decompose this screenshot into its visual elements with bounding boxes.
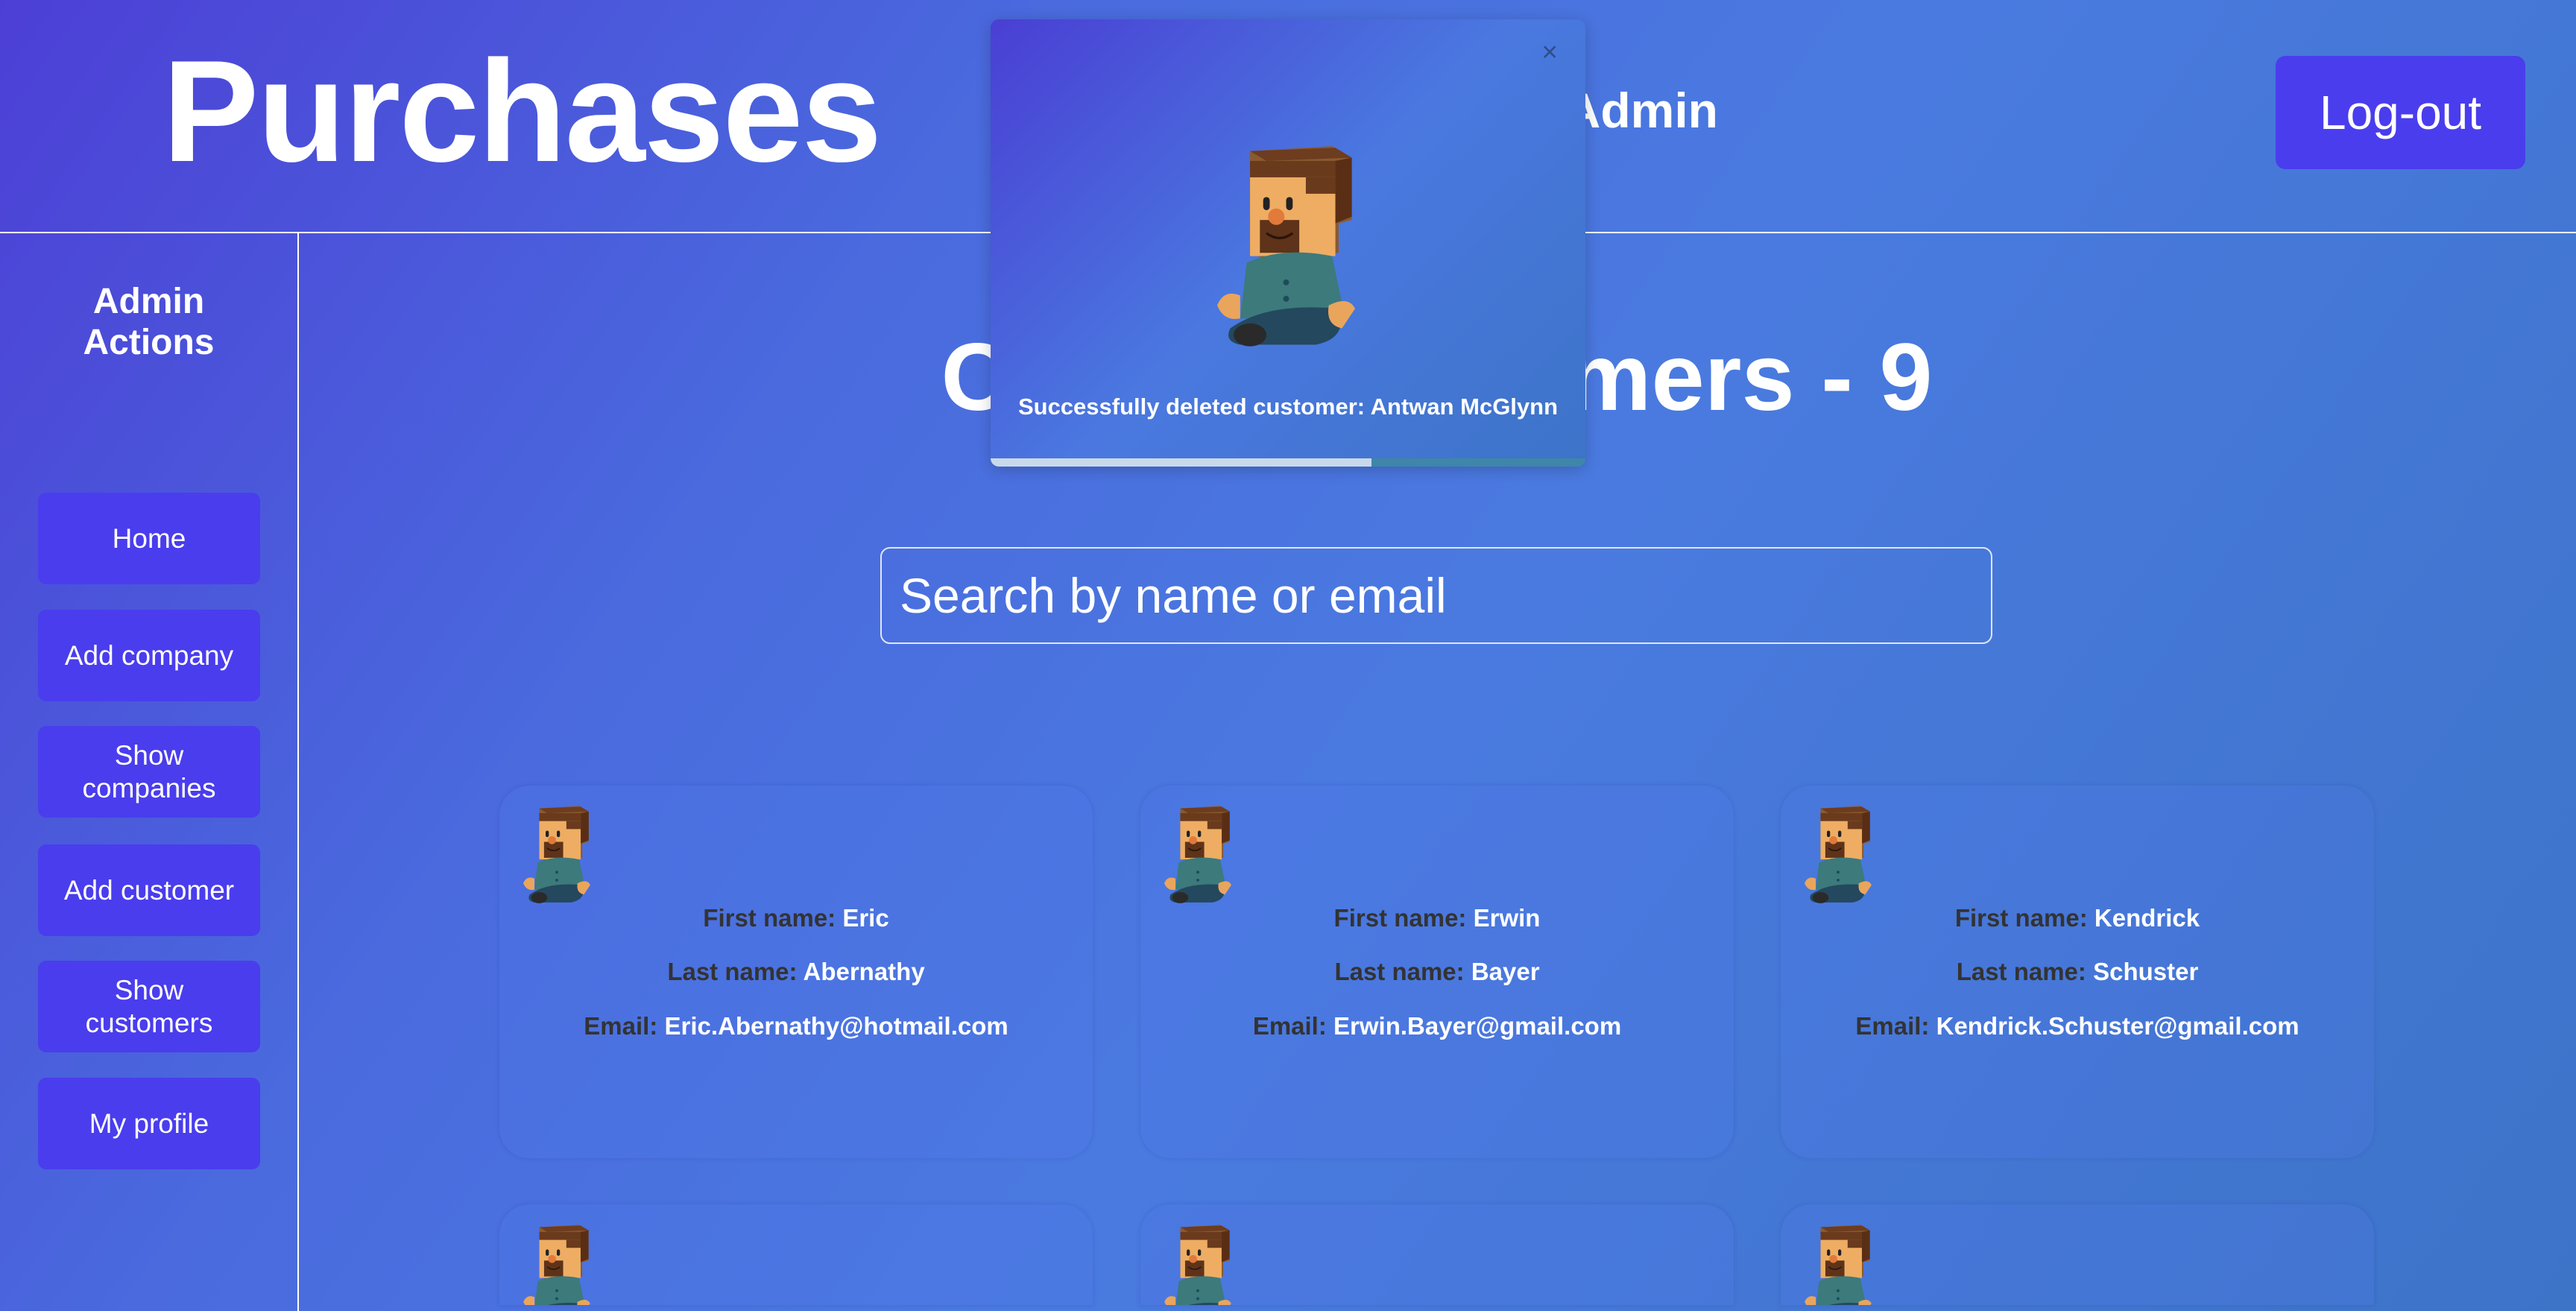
customer-avatar: [523, 1224, 591, 1305]
customer-first: First name: Erwin: [1140, 904, 1734, 932]
toast-notification: × Successfully deleted customer: Antwan …: [991, 19, 1585, 467]
customer-avatar: [1804, 1224, 1872, 1305]
customer-card: [1140, 1204, 1734, 1305]
field-value: Abernathy: [803, 958, 925, 985]
customer-avatar: [1164, 1224, 1232, 1305]
toast-progress-bar: [991, 458, 1585, 467]
toast-progress-fill: [991, 458, 1371, 467]
customer-first: First name: Kendrick: [1781, 904, 2374, 932]
customer-avatar: [523, 805, 591, 904]
sidebar-item-home[interactable]: Home: [38, 493, 260, 584]
sidebar-item-show-companies[interactable]: Show companies: [38, 726, 260, 818]
field-value: Bayer: [1471, 958, 1540, 985]
customer-card: First name: Erwin Last name: Bayer Email: …: [1140, 786, 1734, 1158]
customer-avatar: [1164, 805, 1232, 904]
customer-email: Email: Eric.Abernathy@hotmail.com: [499, 1012, 1093, 1040]
sidebar-item-show-customers[interactable]: Show customers: [38, 961, 260, 1052]
customer-card: [499, 1204, 1093, 1305]
customer-card: First name: Eric Last name: Abernathy Emai…: [499, 786, 1093, 1158]
search-input[interactable]: [880, 547, 1992, 644]
customer-card: [1781, 1204, 2374, 1305]
customer-last: Last name: Bayer: [1140, 958, 1734, 986]
customer-card: First name: Kendrick Last name: Schuster E…: [1781, 786, 2374, 1158]
customer-last: Last name: Abernathy: [499, 958, 1093, 986]
close-icon[interactable]: ×: [1537, 36, 1562, 69]
field-label: First name:: [1333, 904, 1467, 932]
customer-last: Last name: Schuster: [1781, 958, 2374, 986]
field-label: Email:: [1252, 1012, 1327, 1040]
field-value: Schuster: [2093, 958, 2199, 985]
field-label: Last name:: [1956, 958, 2086, 985]
field-label: First name:: [703, 904, 836, 932]
sidebar-title: Admin Actions: [83, 282, 215, 362]
sidebar-item-add-customer[interactable]: Add customer: [38, 844, 260, 936]
customer-email: Email: Erwin.Bayer@gmail.com: [1140, 1012, 1734, 1040]
avatar-illustration: [1201, 138, 1371, 348]
logout-button[interactable]: Log-out: [2276, 56, 2525, 169]
field-label: Last name:: [1334, 958, 1465, 985]
page: Purchases Admin Log-out Admin Actions Ho…: [0, 0, 2576, 1311]
field-label: Last name:: [667, 958, 798, 985]
sidebar-item-add-company[interactable]: Add company: [38, 610, 260, 701]
customer-avatar: [1804, 805, 1872, 904]
field-value: Kendrick: [2094, 904, 2200, 932]
field-value: Erwin.Bayer@gmail.com: [1333, 1012, 1622, 1040]
field-value: Kendrick.Schuster@gmail.com: [1936, 1012, 2299, 1040]
field-value: Eric.Abernathy@hotmail.com: [664, 1012, 1008, 1040]
toast-message: Successfully deleted customer: Antwan Mc…: [1017, 394, 1559, 420]
customer-email: Email: Kendrick.Schuster@gmail.com: [1781, 1012, 2374, 1040]
sidebar-item-my-profile[interactable]: My profile: [38, 1078, 260, 1169]
user-greeting: Admin: [1565, 83, 1718, 138]
customer-first: First name: Eric: [499, 904, 1093, 932]
field-label: First name:: [1954, 904, 2088, 932]
field-value: Erwin: [1473, 904, 1541, 932]
field-label: Email:: [584, 1012, 658, 1040]
field-label: Email:: [1855, 1012, 1930, 1040]
app-title: Purchases: [162, 31, 882, 192]
field-value: Eric: [842, 904, 889, 932]
